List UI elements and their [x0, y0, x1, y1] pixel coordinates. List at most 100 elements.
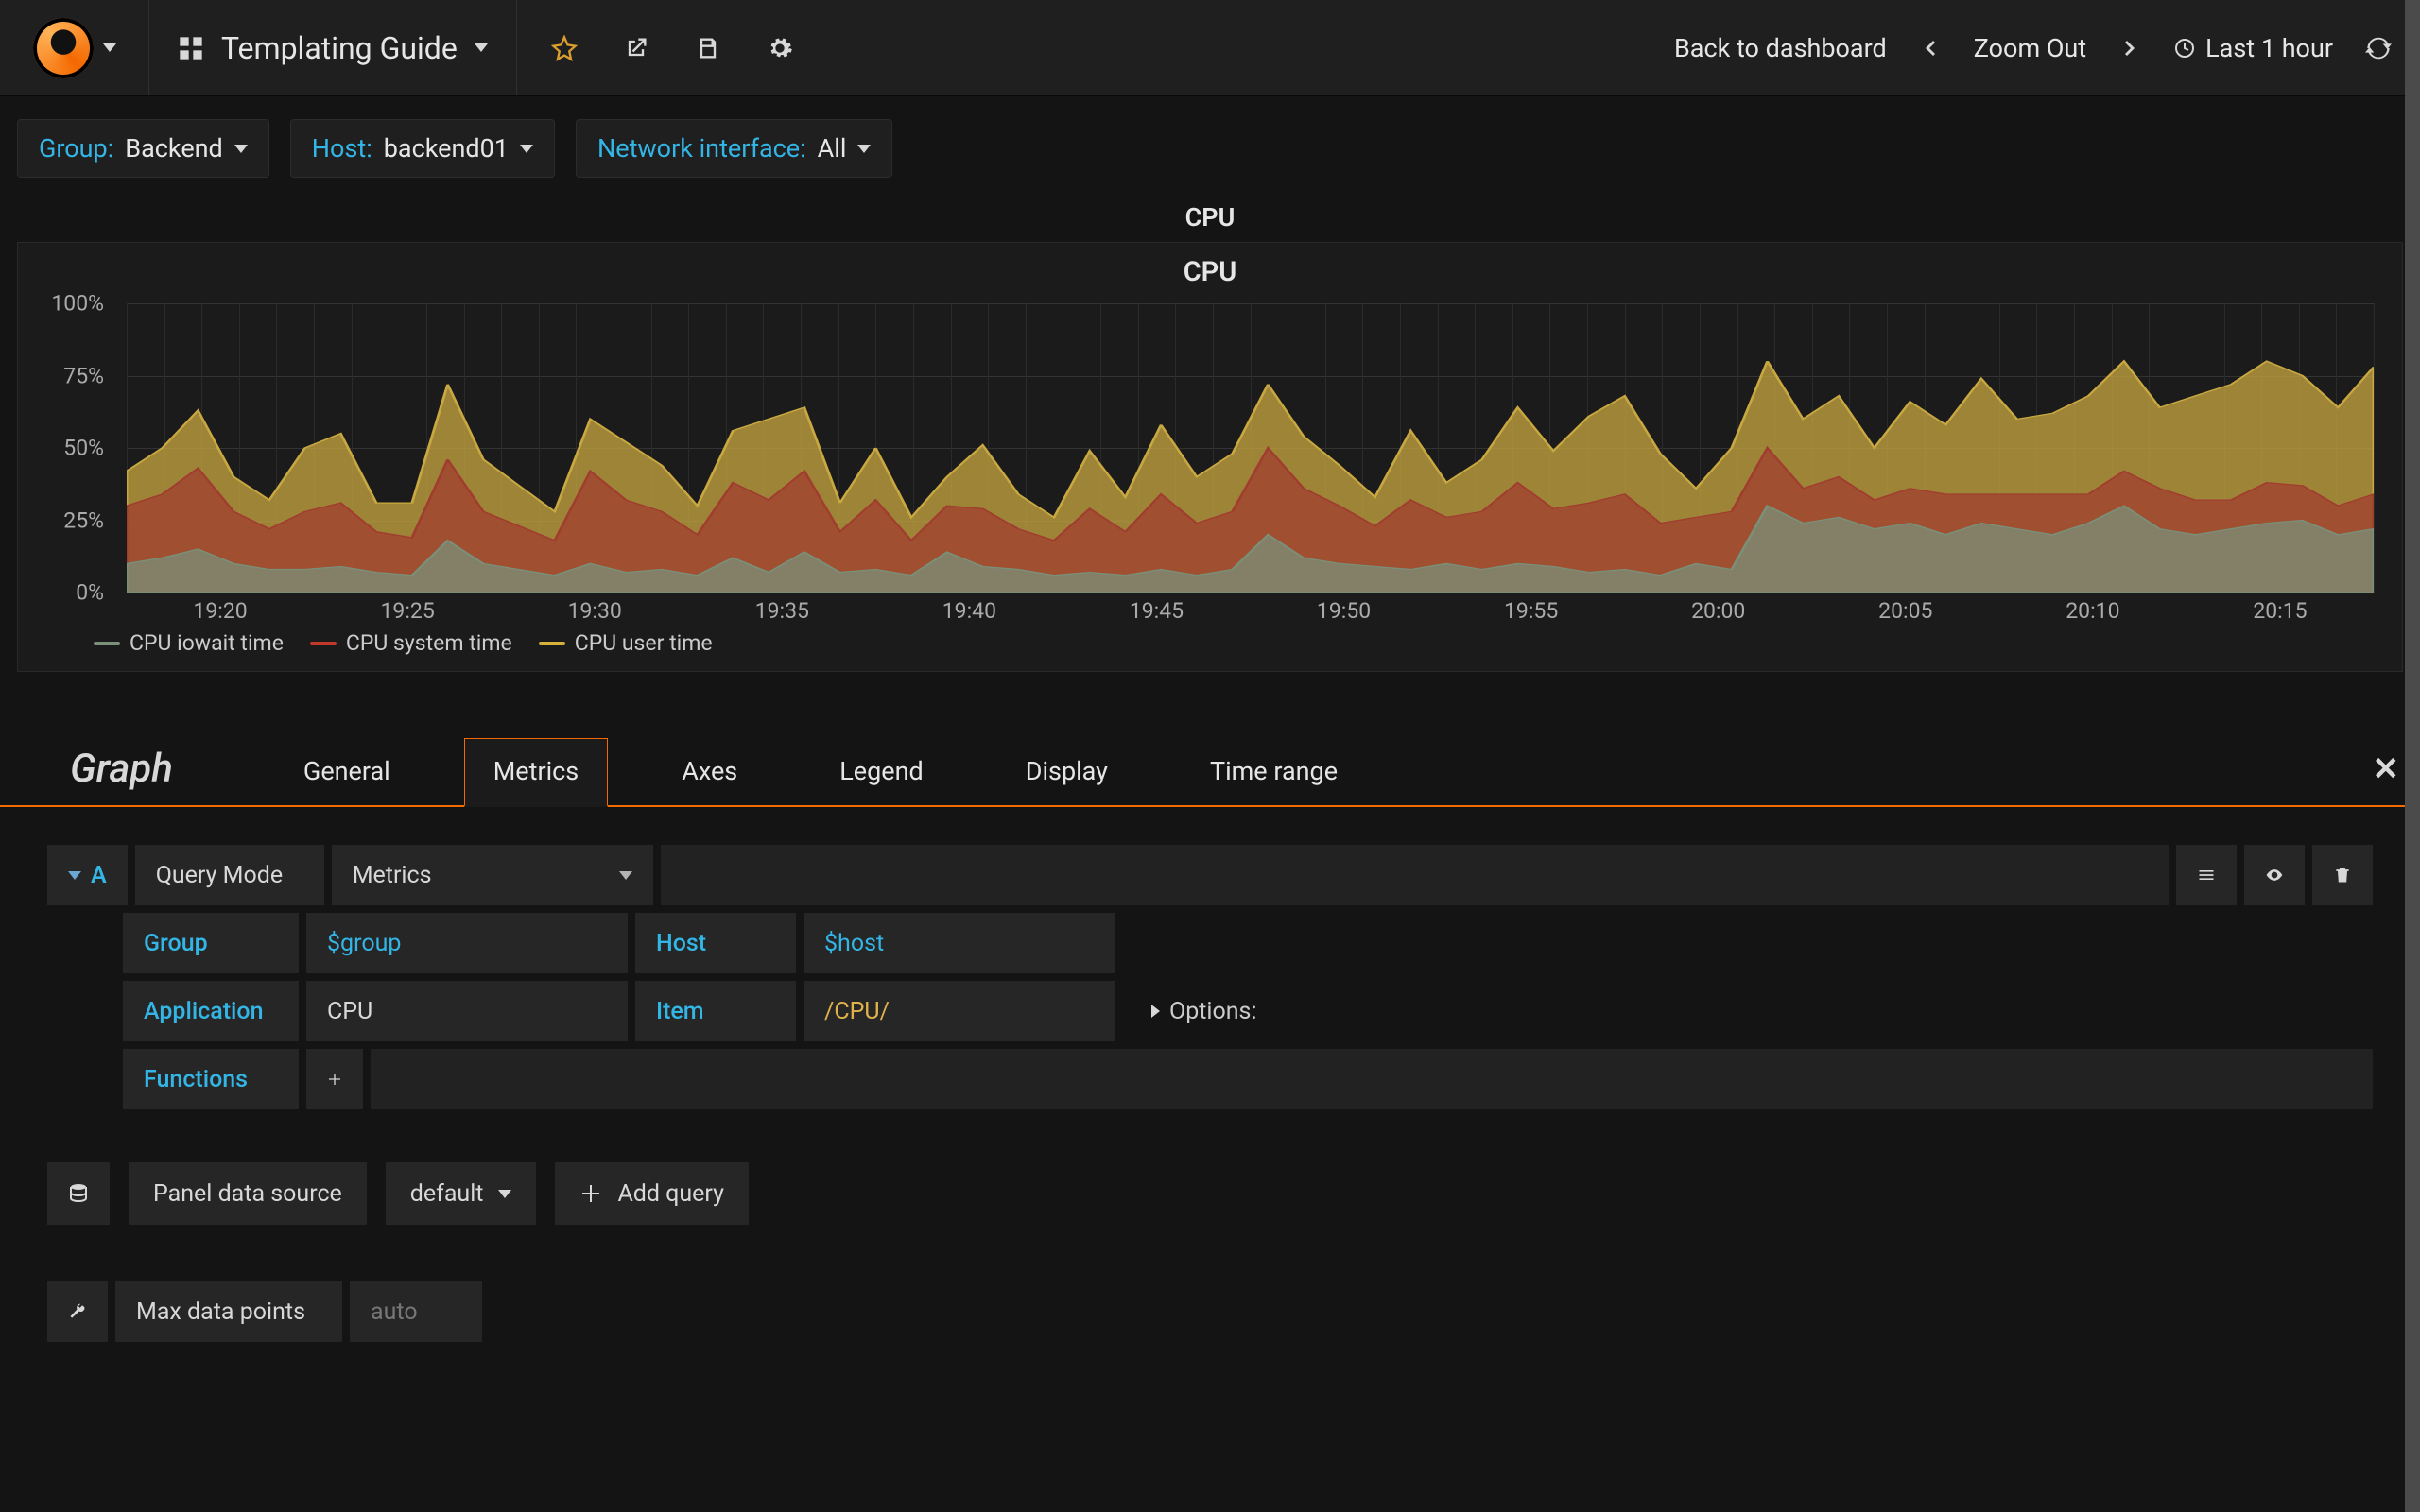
- field-item-label: Item: [635, 981, 796, 1041]
- plus-icon: [327, 1068, 342, 1091]
- y-axis-labels: 0%25%50%75%100%: [18, 303, 117, 593]
- field-host-input[interactable]: $host: [804, 913, 1115, 973]
- field-functions-label: Functions: [123, 1049, 299, 1109]
- chevron-down-icon: [103, 43, 116, 52]
- gear-icon[interactable]: [767, 35, 793, 61]
- refresh-icon[interactable]: [2365, 35, 2392, 61]
- chevron-down-icon: [68, 871, 81, 880]
- field-group-input[interactable]: $group: [306, 913, 628, 973]
- legend-swatch: [310, 642, 337, 645]
- time-range-label: Last 1 hour: [2205, 33, 2333, 63]
- query-spacer: [661, 845, 2169, 905]
- trash-icon: [2333, 864, 2352, 886]
- zoom-out-button[interactable]: Zoom Out: [1974, 33, 2086, 63]
- dashboard-title: Templating Guide: [221, 30, 458, 66]
- var-group[interactable]: Group: Backend: [17, 119, 269, 178]
- legend-label: CPU user time: [575, 630, 713, 656]
- chart-area: 0%25%50%75%100% 19:2019:2519:3019:3519:4…: [18, 292, 2402, 623]
- time-picker[interactable]: Last 1 hour: [2173, 33, 2333, 63]
- query-letter: A: [91, 862, 107, 889]
- panel-row: CPU CPU 0%25%50%75%100% 19:2019:2519:301…: [17, 197, 2403, 672]
- panel-datasource-select[interactable]: default: [386, 1162, 537, 1225]
- field-group-value: $group: [327, 930, 401, 957]
- back-to-dashboard-link[interactable]: Back to dashboard: [1674, 33, 1887, 63]
- tab-axes[interactable]: Axes: [653, 739, 766, 805]
- chevron-right-icon[interactable]: [2118, 37, 2141, 60]
- add-query-button[interactable]: Add query: [555, 1162, 748, 1225]
- panel-datasource-label: Panel data source: [129, 1162, 367, 1225]
- legend-item[interactable]: CPU iowait time: [94, 630, 284, 656]
- share-icon[interactable]: [623, 35, 649, 61]
- top-nav: Templating Guide Back to dashboard Zoom …: [0, 0, 2420, 96]
- query-options-button[interactable]: [47, 1281, 108, 1342]
- query-delete-button[interactable]: [2312, 845, 2373, 905]
- logo-menu[interactable]: [0, 0, 149, 95]
- tab-time-range[interactable]: Time range: [1182, 739, 1366, 805]
- tab-display[interactable]: Display: [997, 739, 1136, 805]
- row-title: CPU: [17, 197, 2403, 242]
- datasource-row: Panel data source default Add query: [0, 1117, 2420, 1225]
- dashboard-grid-icon: [178, 35, 204, 61]
- tab-general[interactable]: General: [275, 739, 419, 805]
- graph-panel[interactable]: CPU 0%25%50%75%100% 19:2019:2519:3019:35…: [17, 242, 2403, 672]
- field-host-label: Host: [635, 913, 796, 973]
- save-icon[interactable]: [695, 35, 721, 61]
- panel-type-label: Graph: [13, 746, 230, 805]
- field-group-label: Group: [123, 913, 299, 973]
- chevron-down-icon: [498, 1190, 511, 1198]
- chevron-right-icon: [1151, 1005, 1160, 1018]
- var-host-value: backend01: [384, 133, 509, 163]
- max-data-points-input[interactable]: auto: [350, 1281, 482, 1342]
- legend-label: CPU iowait time: [130, 630, 284, 656]
- field-application-input[interactable]: CPU: [306, 981, 628, 1041]
- x-axis-labels: 19:2019:2519:3019:3519:4019:4519:5019:55…: [127, 594, 2374, 623]
- topbar-right: Back to dashboard Zoom Out Last 1 hour: [1646, 33, 2420, 63]
- toolbar-icons: [517, 35, 827, 61]
- max-data-points-label: Max data points: [115, 1281, 342, 1342]
- chevron-down-icon: [619, 871, 632, 880]
- chart-plot: [127, 303, 2374, 593]
- functions-spacer: [371, 1049, 2373, 1109]
- query-mode-label: Query Mode: [135, 845, 324, 905]
- field-item-input[interactable]: /CPU/: [804, 981, 1115, 1041]
- hamburger-icon: [2197, 864, 2216, 886]
- query-editor: A Query Mode Metrics Group $group Host $…: [0, 807, 2420, 1109]
- panel-datasource-value: default: [410, 1180, 484, 1208]
- legend-item[interactable]: CPU system time: [310, 630, 512, 656]
- clock-icon: [2173, 37, 2196, 60]
- legend-swatch: [94, 642, 120, 645]
- var-host-label: Host:: [312, 133, 372, 163]
- var-network-interface[interactable]: Network interface: All: [576, 119, 892, 178]
- var-host[interactable]: Host: backend01: [290, 119, 555, 178]
- scrollbar[interactable]: [2405, 0, 2420, 1512]
- tab-metrics[interactable]: Metrics: [464, 738, 609, 807]
- chevron-down-icon: [857, 145, 871, 153]
- query-visibility-button[interactable]: [2244, 845, 2305, 905]
- query-mode-select[interactable]: Metrics: [332, 845, 653, 905]
- chevron-down-icon: [520, 145, 533, 153]
- field-application-label: Application: [123, 981, 299, 1041]
- star-icon[interactable]: [551, 35, 578, 61]
- panel-title: CPU: [18, 243, 2402, 292]
- field-host-value: $host: [824, 930, 884, 957]
- legend-item[interactable]: CPU user time: [539, 630, 713, 656]
- chevron-down-icon: [475, 43, 488, 52]
- options-toggle[interactable]: Options:: [1123, 981, 1278, 1041]
- var-netif-value: All: [818, 133, 847, 163]
- add-function-button[interactable]: [306, 1049, 363, 1109]
- query-letter-toggle[interactable]: A: [47, 845, 128, 905]
- template-variable-row: Group: Backend Host: backend01 Network i…: [0, 96, 2420, 187]
- legend-label: CPU system time: [346, 630, 512, 656]
- datasource-icon-button[interactable]: [47, 1162, 110, 1225]
- close-editor-button[interactable]: ✕: [2373, 750, 2400, 788]
- field-application-value: CPU: [327, 998, 372, 1025]
- var-netif-label: Network interface:: [597, 133, 806, 163]
- var-group-value: Backend: [125, 133, 223, 163]
- plus-icon: [579, 1182, 602, 1205]
- field-item-value: /CPU/: [824, 998, 890, 1025]
- query-menu-button[interactable]: [2176, 845, 2237, 905]
- tab-legend[interactable]: Legend: [811, 739, 951, 805]
- eye-icon: [2265, 864, 2284, 886]
- dashboard-picker[interactable]: Templating Guide: [149, 0, 517, 95]
- chevron-left-icon[interactable]: [1919, 37, 1942, 60]
